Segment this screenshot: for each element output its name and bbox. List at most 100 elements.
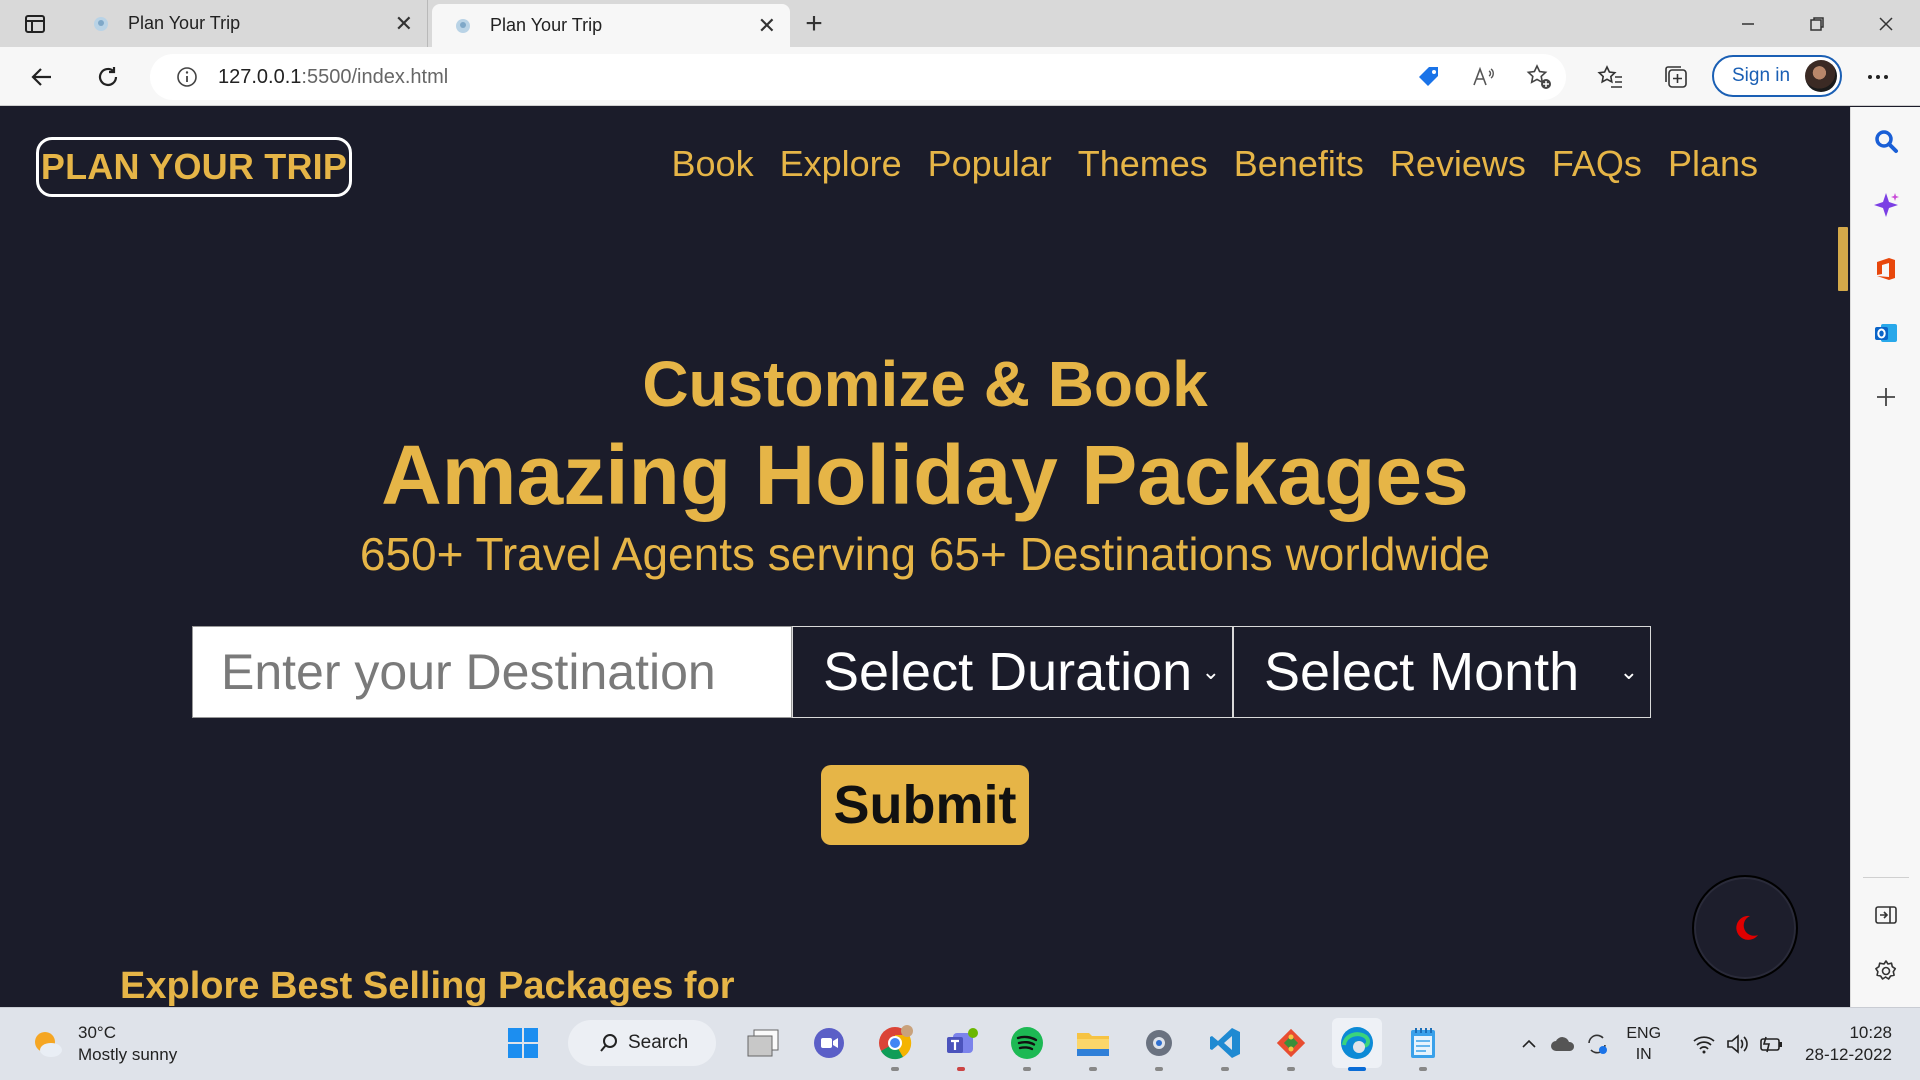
chrome-app[interactable] xyxy=(870,1018,920,1071)
chevron-up-icon[interactable] xyxy=(1512,1035,1546,1053)
teams-icon xyxy=(947,1028,978,1053)
file-explorer-app[interactable] xyxy=(1068,1018,1118,1071)
hero-title: Amazing Holiday Packages xyxy=(381,428,1469,522)
page-scrollbar[interactable] xyxy=(1836,107,1850,1007)
settings-app[interactable] xyxy=(1134,1018,1184,1071)
hero-tagline: 650+ Travel Agents serving 65+ Destinati… xyxy=(359,528,1491,580)
site-favicon-icon xyxy=(456,18,470,33)
hide-sidebar-icon[interactable] xyxy=(1868,897,1904,933)
close-tab-icon[interactable]: ✕ xyxy=(758,13,776,39)
windows-taskbar: 30°C Mostly sunny Search ENG IN 10:28 28… xyxy=(0,1007,1920,1080)
coupon-tag-icon[interactable] xyxy=(1401,64,1456,90)
restore-icon[interactable] xyxy=(1782,0,1851,47)
input-language[interactable]: ENG IN xyxy=(1626,1023,1661,1065)
lang-code: ENG xyxy=(1626,1025,1662,1042)
hero-subtitle: Customize & Book xyxy=(642,348,1208,420)
nav-reviews[interactable]: Reviews xyxy=(1390,143,1526,185)
dark-mode-toggle[interactable] xyxy=(1692,875,1798,981)
search-icon[interactable] xyxy=(1868,123,1904,159)
system-tray: ENG IN 10:28 28-12-2022 xyxy=(1512,1008,1920,1080)
site-info-icon[interactable] xyxy=(176,66,198,88)
read-aloud-icon[interactable] xyxy=(1456,64,1511,90)
nav-popular[interactable]: Popular xyxy=(928,143,1052,185)
add-favorite-icon[interactable] xyxy=(1511,63,1566,91)
tab-title: Plan Your Trip xyxy=(490,15,603,35)
clock-date: 28-12-2022 xyxy=(1805,1045,1892,1064)
running-indicator xyxy=(957,1067,965,1071)
notepad-app[interactable] xyxy=(1398,1018,1448,1071)
taskbar-search[interactable]: Search xyxy=(568,1020,716,1066)
sign-in-button[interactable]: Sign in xyxy=(1712,55,1842,97)
spotify-app[interactable] xyxy=(1002,1018,1052,1071)
git-app[interactable] xyxy=(1266,1018,1316,1071)
duration-select-value: Select Duration xyxy=(823,642,1193,702)
vscode-icon xyxy=(1210,1028,1240,1058)
vscode-app[interactable] xyxy=(1200,1018,1250,1071)
nav-plans[interactable]: Plans xyxy=(1668,143,1758,185)
region-code: IN xyxy=(1635,1046,1652,1063)
site-logo[interactable]: PLAN YOUR TRIP xyxy=(36,137,352,197)
nav-book[interactable]: Book xyxy=(672,143,754,185)
destination-input[interactable] xyxy=(192,626,792,718)
running-indicator xyxy=(1023,1067,1031,1071)
scrollbar-thumb[interactable] xyxy=(1838,227,1848,291)
edge-app[interactable] xyxy=(1332,1018,1382,1071)
running-indicator xyxy=(1419,1067,1427,1071)
volume-icon[interactable] xyxy=(1721,1033,1755,1055)
clock-time: 10:28 xyxy=(1849,1023,1892,1042)
chrome-icon xyxy=(879,1025,913,1060)
site-favicon-icon xyxy=(94,16,108,31)
start-button[interactable] xyxy=(498,1018,548,1068)
browser-tab-2[interactable]: Plan Your Trip ✕ xyxy=(432,4,790,47)
teams-app[interactable] xyxy=(936,1018,986,1071)
weather-widget[interactable]: 30°C Mostly sunny xyxy=(30,1022,177,1066)
profile-avatar xyxy=(1805,60,1837,92)
collections-icon[interactable] xyxy=(1656,57,1696,97)
close-window-icon[interactable] xyxy=(1851,0,1920,47)
settings-gear-icon[interactable] xyxy=(1868,953,1904,989)
nav-benefits[interactable]: Benefits xyxy=(1234,143,1364,185)
moon-icon xyxy=(1736,915,1758,940)
taskbar-search-label: Search xyxy=(628,1032,689,1053)
copilot-sparkle-icon[interactable] xyxy=(1868,187,1904,223)
running-indicator xyxy=(1287,1067,1295,1071)
web-page: PLAN YOUR TRIP Book Explore Popular Them… xyxy=(0,107,1850,1007)
wifi-icon[interactable] xyxy=(1687,1034,1721,1054)
minimize-icon[interactable] xyxy=(1713,0,1782,47)
month-select[interactable]: Select Month ⌄ xyxy=(1233,626,1651,718)
outlook-icon[interactable] xyxy=(1868,315,1904,351)
sidebar-divider xyxy=(1863,877,1909,878)
system-clock[interactable]: 10:28 28-12-2022 xyxy=(1805,1022,1892,1066)
new-tab-button[interactable]: + xyxy=(790,0,838,47)
duration-select[interactable]: Select Duration ⌄ xyxy=(792,626,1233,718)
sync-icon[interactable] xyxy=(1580,1031,1614,1057)
close-tab-icon[interactable]: ✕ xyxy=(395,11,413,37)
teams-chat-app[interactable] xyxy=(804,1018,854,1068)
url-field[interactable]: 127.0.0.1:5500/index.html xyxy=(150,54,1566,100)
teams-chat-icon xyxy=(814,1028,844,1058)
tab-actions-button[interactable] xyxy=(0,0,70,47)
section-title: Explore Best Selling Packages for xyxy=(120,965,735,1007)
nav-themes[interactable]: Themes xyxy=(1078,143,1208,185)
search-icon xyxy=(600,1034,617,1052)
running-indicator xyxy=(1221,1067,1229,1071)
spotify-icon xyxy=(1011,1027,1043,1059)
running-indicator xyxy=(1089,1067,1097,1071)
tab-title: Plan Your Trip xyxy=(128,13,241,33)
submit-button[interactable]: Submit xyxy=(821,765,1029,845)
nav-explore[interactable]: Explore xyxy=(780,143,902,185)
back-icon[interactable] xyxy=(22,57,62,97)
more-menu-icon[interactable] xyxy=(1858,57,1898,97)
task-view-button[interactable] xyxy=(738,1018,788,1068)
battery-icon[interactable] xyxy=(1755,1033,1789,1055)
running-indicator xyxy=(891,1067,899,1071)
refresh-icon[interactable] xyxy=(88,57,128,97)
nav-faqs[interactable]: FAQs xyxy=(1552,143,1642,185)
office-icon[interactable] xyxy=(1868,251,1904,287)
url-path: :5500/index.html xyxy=(301,65,449,88)
url-text: 127.0.0.1:5500/index.html xyxy=(218,66,448,89)
browser-tab-1[interactable]: Plan Your Trip ✕ xyxy=(70,0,428,47)
add-icon[interactable] xyxy=(1868,379,1904,415)
onedrive-cloud-icon[interactable] xyxy=(1546,1035,1580,1053)
favorites-icon[interactable] xyxy=(1590,57,1630,97)
